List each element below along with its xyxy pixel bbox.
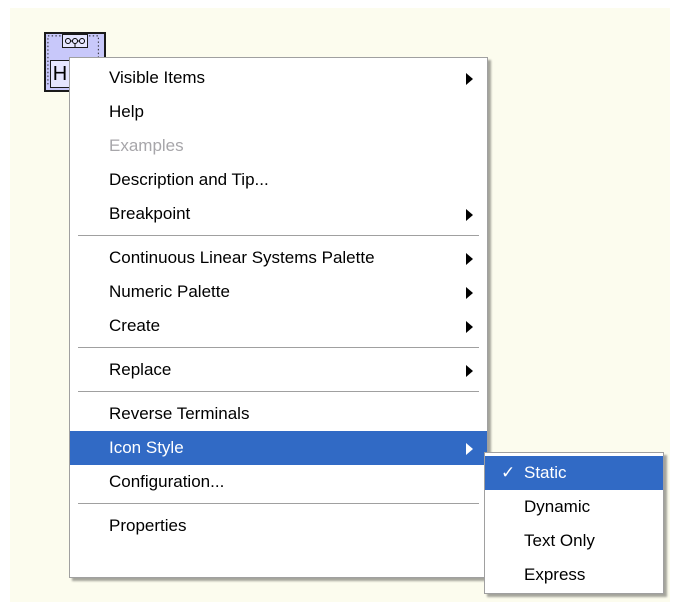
submenu-item-text-only[interactable]: Text Only [485,524,663,558]
menu-item-numeric-palette[interactable]: Numeric Palette [70,275,487,309]
menu-item-label: Reverse Terminals [109,404,250,423]
menu-separator [78,503,479,505]
menu-item-label: Configuration... [109,472,225,491]
submenu-arrow-icon [466,287,473,299]
menu-separator [78,235,479,237]
submenu-item-express[interactable]: Express [485,558,663,592]
submenu-item-dynamic[interactable]: Dynamic [485,490,663,524]
menu-item-label: Replace [109,360,172,379]
menu-item-examples: Examples [70,129,487,163]
menu-item-label: Visible Items [109,68,206,87]
menu-item-icon-style[interactable]: Icon Style [70,431,487,465]
menu-item-create[interactable]: Create [70,309,487,343]
submenu-item-label: Express [524,565,586,584]
check-icon: ✓ [501,463,516,482]
submenu-item-label: Dynamic [524,497,591,516]
submenu-arrow-icon [466,321,473,333]
submenu-item-static[interactable]: ✓ Static [485,456,663,490]
menu-item-label: Breakpoint [109,204,191,223]
context-menu: Visible Items Help Examples Description … [69,57,488,578]
submenu-arrow-icon [466,73,473,85]
menu-item-label: Continuous Linear Systems Palette [109,248,375,267]
icon-style-submenu: ✓ Static Dynamic Text Only Express [484,452,664,594]
menu-separator [78,391,479,393]
menu-item-label: Description and Tip... [109,170,269,189]
menu-item-description-and-tip[interactable]: Description and Tip... [70,163,487,197]
menu-item-properties[interactable]: Properties [70,509,487,543]
menu-separator [78,347,479,349]
menu-item-reverse-terminals[interactable]: Reverse Terminals [70,397,487,431]
menu-item-label: Properties [109,516,187,535]
menu-item-visible-items[interactable]: Visible Items [70,61,487,95]
menu-item-label: Examples [109,136,184,155]
submenu-item-label: Static [524,463,567,482]
submenu-arrow-icon [466,443,473,455]
node-label: H [50,60,70,88]
submenu-arrow-icon [466,253,473,265]
submenu-arrow-icon [466,209,473,221]
menu-item-configuration[interactable]: Configuration... [70,465,487,499]
menu-item-replace[interactable]: Replace [70,353,487,387]
menu-item-continuous-linear-systems-palette[interactable]: Continuous Linear Systems Palette [70,241,487,275]
submenu-item-label: Text Only [524,531,595,550]
menu-item-label: Numeric Palette [109,282,230,301]
menu-item-label: Create [109,316,161,335]
menu-item-help[interactable]: Help [70,95,487,129]
node-connector-icon [62,34,88,48]
menu-item-label: Help [109,102,144,121]
menu-item-breakpoint[interactable]: Breakpoint [70,197,487,231]
submenu-arrow-icon [466,365,473,377]
menu-item-label: Icon Style [109,438,184,457]
